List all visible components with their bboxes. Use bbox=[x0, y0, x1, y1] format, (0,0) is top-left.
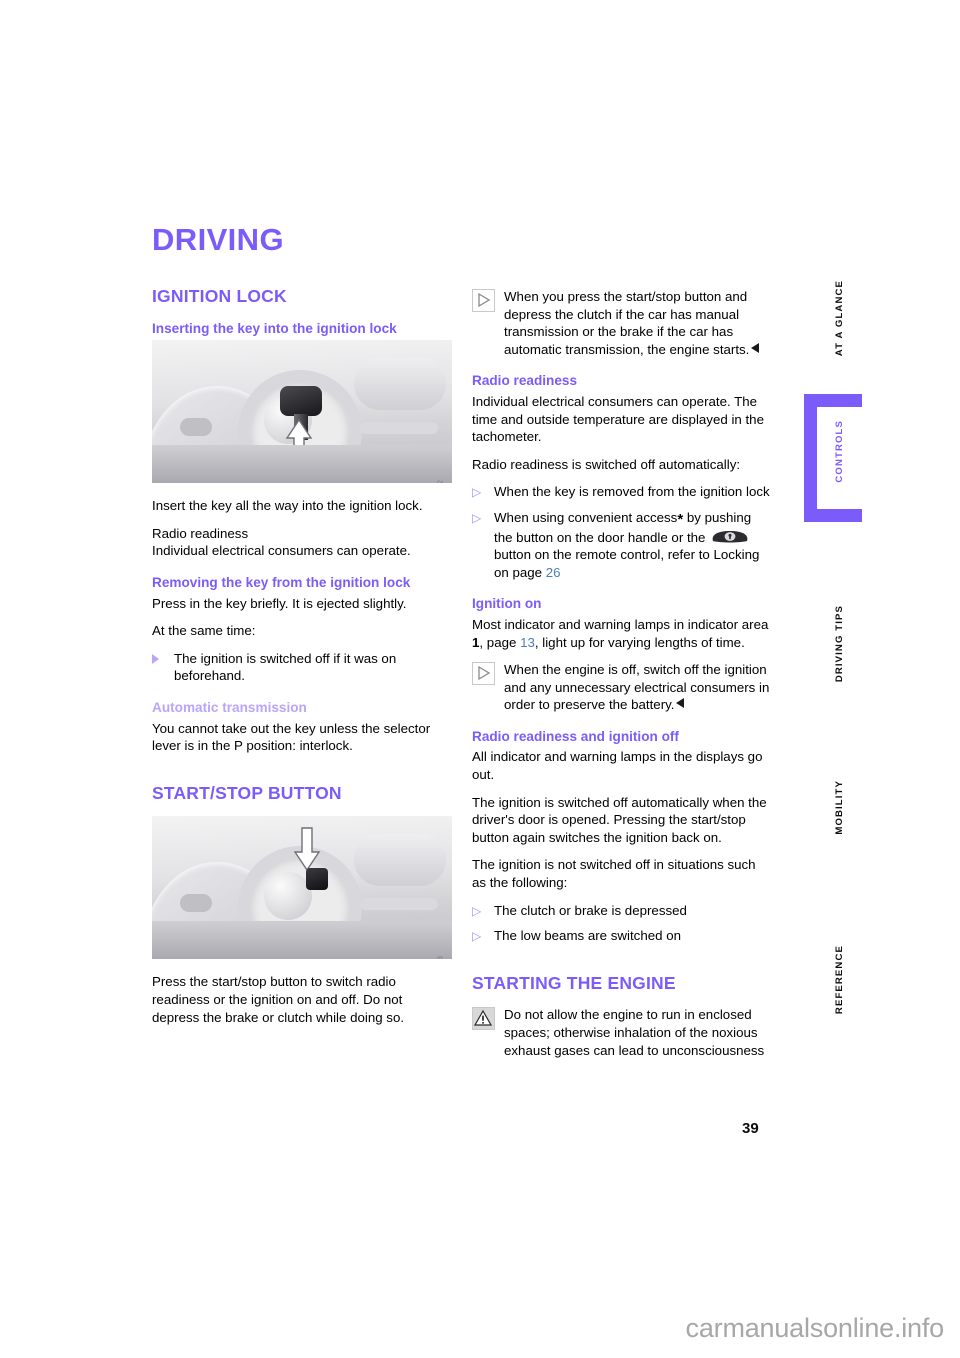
left-text-column: IGNITION LOCK Inserting the key into the… bbox=[152, 286, 452, 1036]
note-text: When you press the start/stop button and… bbox=[504, 288, 772, 358]
list-item: ▷ When the key is removed from the ignit… bbox=[472, 483, 772, 501]
photo-start-stop-button: MINI-G0133 bbox=[152, 816, 452, 960]
list-item-label: The ignition is switched off if it was o… bbox=[174, 650, 397, 684]
paragraph-indicator-lamps: Most indicator and warning lamps in indi… bbox=[472, 616, 772, 651]
photo-shape-key-head bbox=[280, 386, 322, 417]
subheading-radio-readiness: Radio readiness bbox=[472, 373, 578, 389]
paragraph-radio-readiness-desc: Individual electrical consumers can oper… bbox=[152, 543, 411, 559]
list-item-label: When the key is removed from the ignitio… bbox=[494, 484, 770, 500]
photo-figure-code: MINI-G0132 bbox=[432, 479, 450, 483]
warning-triangle-icon bbox=[472, 1007, 495, 1031]
list-item-label: The low beams are switched on bbox=[494, 928, 681, 944]
bullet-list-radio-readiness-off: ▷ When the key is removed from the ignit… bbox=[472, 483, 772, 581]
sidebar-item-mobility[interactable]: MOBILITY bbox=[804, 780, 874, 840]
note-preserve-battery: When the engine is off, switch off the i… bbox=[472, 661, 772, 714]
photo-shape-air-vent bbox=[354, 834, 446, 887]
photo-shape-mini-logo bbox=[180, 894, 212, 913]
subheading-automatic-transmission: Automatic transmission bbox=[152, 699, 307, 715]
bullet-triangle-icon: ▷ bbox=[472, 510, 482, 525]
note-label: When you press the start/stop button and… bbox=[504, 289, 750, 357]
note-label: When the engine is off, switch off the i… bbox=[504, 662, 770, 713]
sidebar-item-label: MOBILITY bbox=[833, 780, 845, 835]
list-item-label: When using convenient access* by pushing… bbox=[494, 510, 759, 580]
paragraph-switched-off-automatically: Radio readiness is switched off automati… bbox=[472, 456, 741, 472]
list-item-text-1: When using convenient access bbox=[494, 509, 678, 525]
paragraph-driver-door-opened: The ignition is switched off automatical… bbox=[472, 794, 767, 845]
photo-shape-gauge-face bbox=[264, 872, 312, 921]
photo-shape-lower-trim bbox=[152, 445, 452, 484]
bullet-triangle-icon: ▷ bbox=[472, 929, 482, 944]
page-title: DRIVING bbox=[152, 222, 284, 257]
sidebar-item-label: DRIVING TIPS bbox=[833, 605, 845, 683]
page-reference-link[interactable]: 26 bbox=[546, 565, 561, 580]
paragraph-text-3: , light up for varying lengths of time. bbox=[534, 634, 745, 650]
paragraph-radio-readiness-label: Radio readiness bbox=[152, 525, 249, 541]
subheading-radio-readiness-and-ignition-off: Radio readiness and ignition off bbox=[472, 728, 679, 744]
note-end-marker bbox=[676, 698, 685, 709]
photo-inserting-key-into-ignition-lock: MINI-G0132 bbox=[152, 340, 452, 484]
section-heading-ignition-lock: IGNITION LOCK bbox=[152, 286, 287, 306]
warning-enclosed-spaces: Do not allow the engine to run in enclos… bbox=[472, 1006, 772, 1059]
bullet-triangle-icon: ▷ bbox=[472, 903, 482, 918]
bullet-list-ignition-stays-on: ▷ The clutch or brake is depressed ▷ The… bbox=[472, 902, 772, 945]
note-engine-starts: When you press the start/stop button and… bbox=[472, 288, 772, 358]
photo-arrow-press-direction bbox=[293, 827, 321, 872]
note-text: When the engine is off, switch off the i… bbox=[504, 661, 772, 714]
watermark: carmanualsonline.info bbox=[685, 1313, 945, 1343]
subheading-inserting-key: Inserting the key into the ignition lock bbox=[152, 320, 397, 336]
bullet-list-removing-key: The ignition is switched off if it was o… bbox=[152, 650, 452, 685]
active-tab-bracket-marker bbox=[804, 394, 862, 522]
sidebar-item-driving-tips[interactable]: DRIVING TIPS bbox=[804, 605, 874, 687]
sidebar-item-at-a-glance[interactable]: AT A GLANCE bbox=[804, 280, 874, 361]
list-item-label: The clutch or brake is depressed bbox=[494, 902, 687, 918]
photo-shape-air-vent bbox=[354, 358, 446, 411]
subheading-removing-key: Removing the key from the ignition lock bbox=[152, 574, 411, 590]
paragraph-insert-key: Insert the key all the way into the igni… bbox=[152, 498, 423, 514]
subheading-ignition-on: Ignition on bbox=[472, 596, 542, 612]
list-item: ▷ When using convenient access* by pushi… bbox=[472, 509, 772, 581]
photo-shape-air-vent-lower bbox=[360, 422, 438, 435]
paragraph-at-the-same-time: At the same time: bbox=[152, 623, 256, 639]
photo-shape-lower-trim bbox=[152, 921, 452, 960]
paragraph-press-start-stop: Press the start/stop button to switch ra… bbox=[152, 974, 405, 1025]
paragraph-text-2: , page bbox=[479, 634, 521, 650]
sidebar-item-label: CONTROLS bbox=[833, 420, 845, 483]
photo-figure-code: MINI-G0133 bbox=[432, 955, 450, 959]
right-text-column: When you press the start/stop button and… bbox=[472, 288, 772, 1069]
warning-text: Do not allow the engine to run in enclos… bbox=[504, 1007, 765, 1058]
paragraph-interlock: You cannot take out the key unless the s… bbox=[152, 720, 431, 754]
list-item: ▷ The low beams are switched on bbox=[472, 927, 772, 945]
sidebar-item-label: REFERENCE bbox=[833, 945, 845, 1015]
paragraph-radio-consumers: Individual electrical consumers can oper… bbox=[472, 393, 764, 445]
photo-shape-mini-logo bbox=[180, 418, 212, 437]
note-end-marker bbox=[751, 342, 760, 353]
sidebar-item-controls[interactable]: CONTROLS bbox=[804, 394, 874, 522]
photo-shape-air-vent-lower bbox=[360, 898, 438, 911]
info-triangle-icon bbox=[472, 289, 495, 312]
paragraph-lamps-go-out: All indicator and warning lamps in the d… bbox=[472, 749, 763, 783]
paragraph-text-1: Most indicator and warning lamps in indi… bbox=[472, 616, 769, 632]
bullet-triangle-icon bbox=[152, 653, 159, 664]
manual-page: DRIVING IGNITION LOCK Inserting the key … bbox=[0, 0, 960, 1358]
bullet-triangle-icon: ▷ bbox=[472, 485, 482, 500]
paragraph-not-switched-off: The ignition is not switched off in situ… bbox=[472, 857, 756, 891]
page-number: 39 bbox=[742, 1120, 759, 1137]
remote-lock-button-icon bbox=[710, 530, 750, 544]
page-reference-link[interactable]: 13 bbox=[520, 635, 535, 650]
list-item: The ignition is switched off if it was o… bbox=[152, 650, 452, 685]
paragraph-press-key-briefly: Press in the key briefly. It is ejected … bbox=[152, 595, 407, 611]
photo-shape-start-stop-button bbox=[306, 868, 328, 891]
sidebar-item-reference[interactable]: REFERENCE bbox=[804, 945, 874, 1019]
list-item: ▷ The clutch or brake is depressed bbox=[472, 902, 772, 920]
sidebar-item-label: AT A GLANCE bbox=[833, 280, 845, 357]
section-heading-start-stop-button: START/STOP BUTTON bbox=[152, 782, 342, 803]
list-item-text-3: button on the remote control, refer to L… bbox=[494, 547, 760, 580]
info-triangle-icon bbox=[472, 662, 495, 686]
register-tab-strip: AT A GLANCE CONTROLS DRIVING TIPS MOBILI… bbox=[804, 280, 874, 1080]
section-heading-starting-the-engine: STARTING THE ENGINE bbox=[472, 972, 676, 993]
